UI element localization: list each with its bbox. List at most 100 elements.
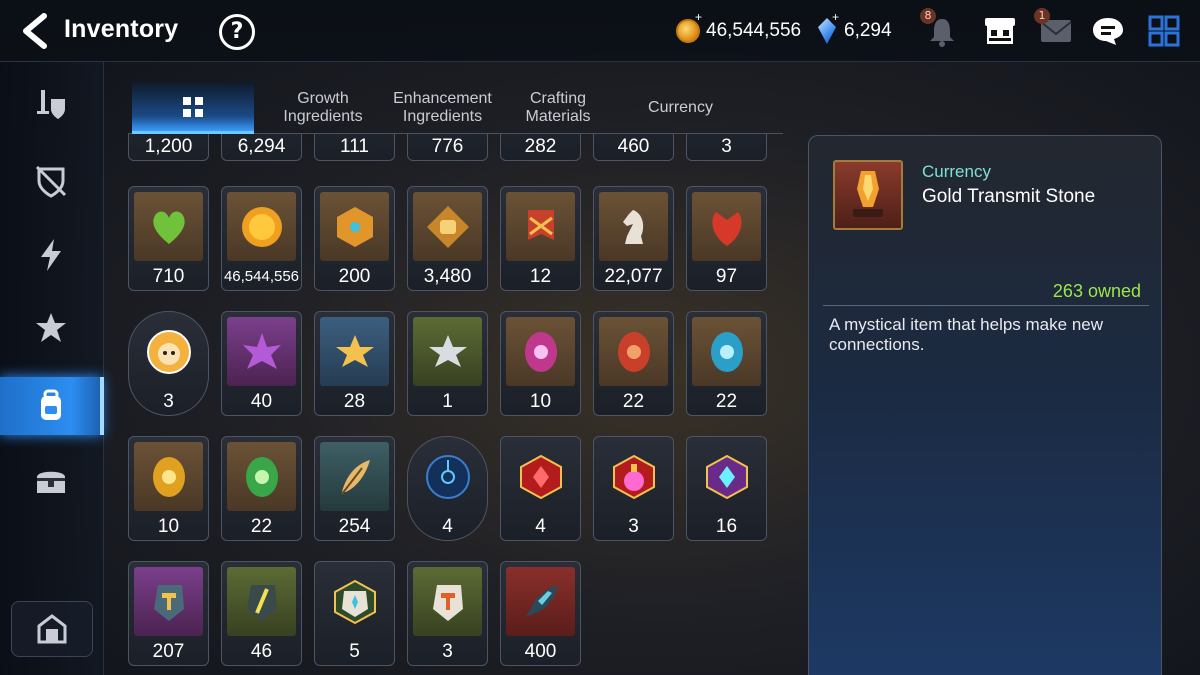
crest-icon [36,313,66,342]
item-slot[interactable]: 3 [407,561,488,666]
item-slot[interactable]: 40 [221,311,302,416]
item-slot[interactable]: 46,544,556 [221,186,302,291]
item-slot[interactable]: 710 [128,186,209,291]
mail-button[interactable]: 1 [1034,8,1076,50]
silver-lotus-icon [428,334,467,367]
hammer-stone-icon [153,584,184,621]
chess-knight-icon [622,209,643,244]
tab-growth-ingredients[interactable]: Growth Ingredients [263,82,383,134]
tab-enhancement-ingredients[interactable]: Enhancement Ingredients [380,82,505,134]
heart-leaf-icon [152,210,185,244]
flame-rune-icon [617,331,650,372]
category-tabs: Growth Ingredients Enhancement Ingredien… [128,82,783,134]
purple-lotus-icon [242,332,281,369]
item-slot[interactable]: 10 [500,311,581,416]
tab-crafting-materials[interactable]: Crafting Materials [508,82,608,134]
main-menu-button[interactable] [1144,12,1184,50]
t-stone-icon [432,584,463,621]
item-category: Currency [922,162,991,181]
shield-off-icon [35,165,67,198]
item-slot[interactable]: 207 [128,561,209,666]
item-slot[interactable]: 1,200 [128,134,209,161]
banner-icon [527,209,554,240]
divider [823,305,1149,306]
dark-shard-icon [525,584,558,617]
item-slot[interactable]: 12 [500,186,581,291]
moon-rune-icon [524,331,557,372]
inventory-grid: 1,200 6,294 111 776 282 460 3 710 46,544… [128,134,788,675]
item-slot[interactable]: 97 [686,186,767,291]
crystal-currency[interactable]: + 6,294 [818,10,892,46]
storage-icon [37,614,67,644]
item-slot[interactable]: 111 [314,134,395,161]
gold-amount: 46,544,556 [706,20,802,41]
sidebar-item-materials[interactable] [0,377,104,435]
red-leaf-icon [711,211,742,246]
chest-icon [37,471,65,493]
item-slot[interactable]: 46 [221,561,302,666]
item-slot[interactable]: 1 [407,311,488,416]
sidebar [0,62,104,675]
fist-emblem-icon [426,205,469,248]
storage-button[interactable] [11,601,93,657]
item-slot[interactable]: 28 [314,311,395,416]
item-slot[interactable]: 400 [500,561,581,666]
item-slot[interactable]: 6,294 [221,134,302,161]
sidebar-item-catalysts[interactable] [0,300,102,358]
item-slot[interactable]: 200 [314,186,395,291]
shop-button[interactable] [980,12,1020,50]
sidebar-item-unequipped[interactable] [0,152,102,210]
red-crystal-icon [519,454,562,499]
item-slot[interactable]: 10 [128,436,209,541]
item-detail-panel: Currency Gold Transmit Stone 263 owned A… [808,135,1162,675]
grid-menu-icon [1148,15,1180,47]
circuit-orb-icon [425,454,470,499]
item-name: Gold Transmit Stone [922,186,1096,207]
hex-emblem-icon [336,206,373,247]
shop-icon [985,18,1015,44]
item-slot[interactable]: 460 [593,134,674,161]
mail-badge: 1 [1034,8,1050,24]
potion-icon [612,454,655,499]
notifications-button[interactable]: 8 [920,8,962,50]
item-slot[interactable]: 22 [593,311,674,416]
page-title: Inventory [64,15,179,43]
help-button[interactable]: ? [219,14,255,50]
item-slot[interactable]: 22 [686,311,767,416]
item-slot[interactable]: 5 [314,561,395,666]
cyan-stone-icon [705,454,748,499]
item-slot[interactable]: 3 [686,134,767,161]
add-crystal-icon: + [832,10,840,24]
item-description: A mystical item that helps make new conn… [829,315,1104,354]
chevron-left-icon [23,13,47,49]
chat-button[interactable] [1088,12,1128,50]
item-slot[interactable]: 776 [407,134,488,161]
grid-view-icon [183,96,203,117]
item-slot[interactable]: 4 [407,436,488,541]
sidebar-item-chests[interactable] [0,452,102,510]
item-slot[interactable]: 16 [686,436,767,541]
feather-icon [340,459,370,495]
top-bar: Inventory ? + 46,544,556 + 6,294 8 1 [0,0,1200,62]
gold-lotus-icon [335,334,374,367]
lightning-icon [41,239,61,271]
item-slot[interactable]: 3,480 [407,186,488,291]
item-slot[interactable]: 22 [221,436,302,541]
item-slot[interactable]: 4 [500,436,581,541]
item-slot[interactable]: 22,077 [593,186,674,291]
item-slot[interactable]: 254 [314,436,395,541]
add-gold-icon: + [695,10,703,24]
star-stone-icon [333,579,376,624]
item-slot[interactable]: 3 [593,436,674,541]
item-slot[interactable]: 282 [500,134,581,161]
crystal-amount: 6,294 [844,20,892,41]
sidebar-item-artifacts[interactable] [0,226,102,284]
sidebar-item-gear[interactable] [0,76,102,134]
item-slot[interactable]: 3 [128,311,209,416]
tab-currency[interactable]: Currency [623,82,738,134]
back-button[interactable] [18,12,52,50]
gold-coin-icon [241,206,282,247]
tab-all[interactable] [132,82,254,134]
earth-rune-icon [245,456,278,497]
gold-currency[interactable]: + 46,544,556 [676,10,802,46]
